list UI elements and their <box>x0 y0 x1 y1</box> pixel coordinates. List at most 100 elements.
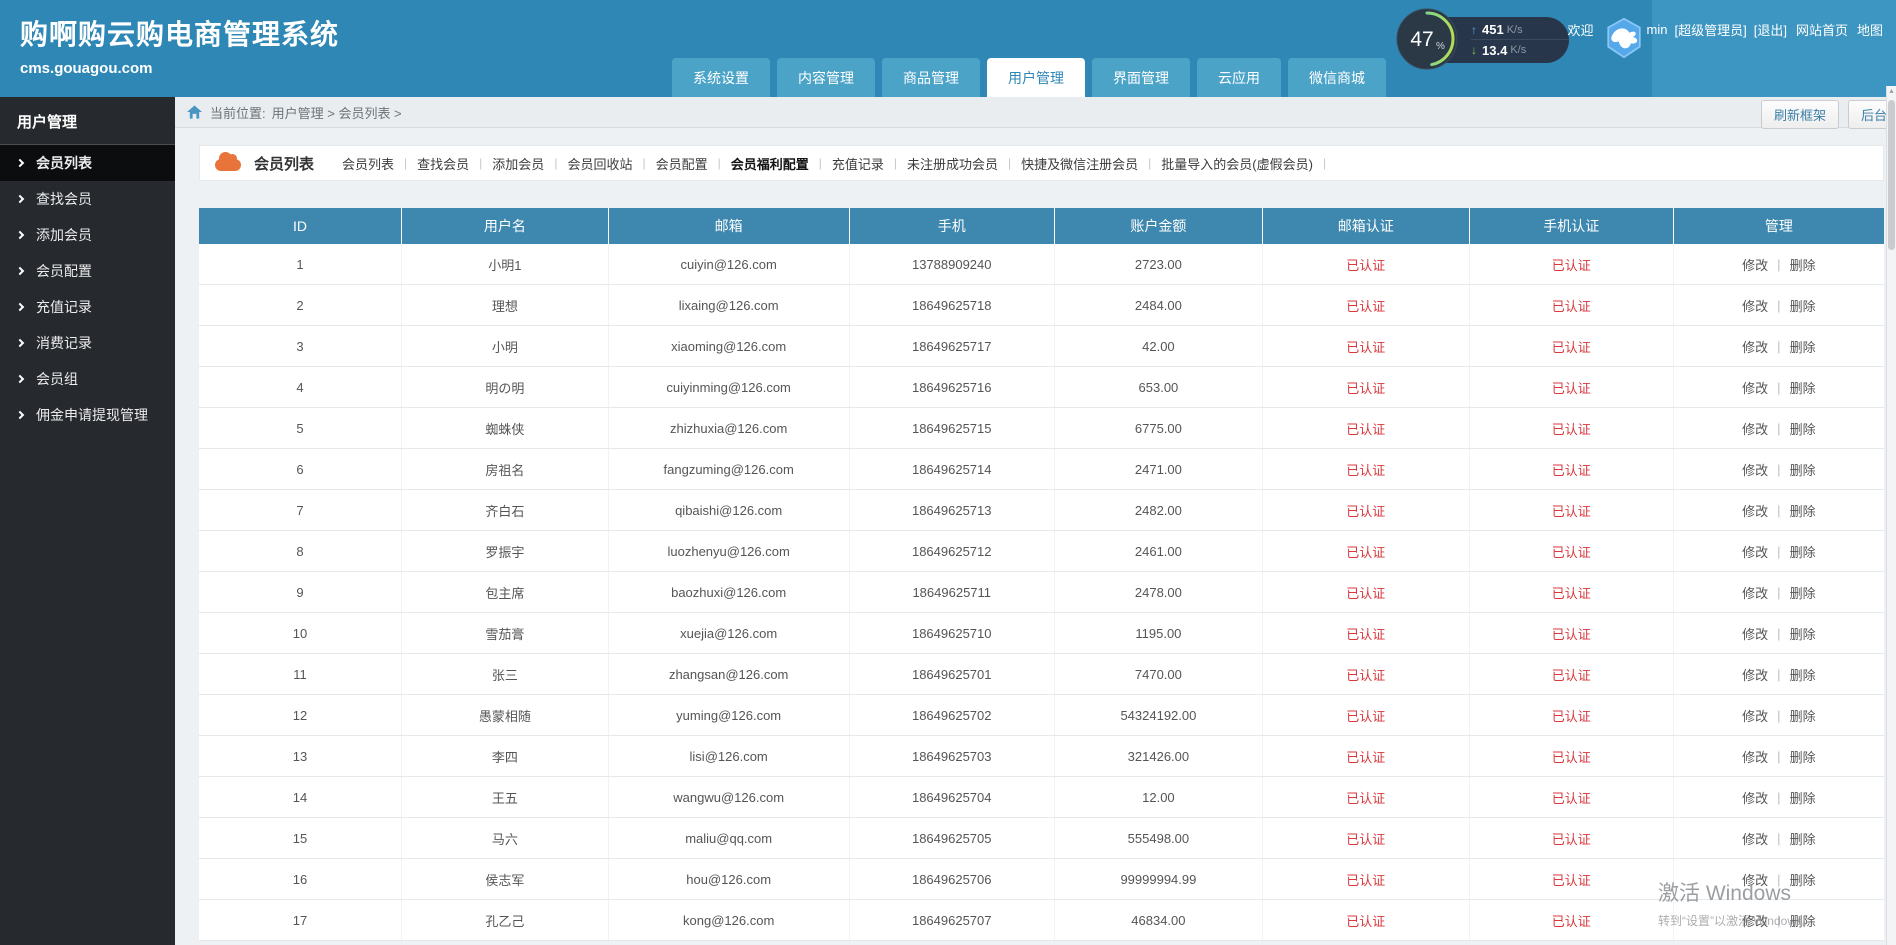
subnav-link[interactable]: 批量导入的会员(虚假会员) <box>1161 154 1313 173</box>
edit-link[interactable]: 修改 <box>1742 665 1768 684</box>
gauge-percent-value: 47 <box>1410 28 1433 51</box>
delete-link[interactable]: 删除 <box>1790 788 1816 807</box>
delete-link[interactable]: 删除 <box>1790 255 1816 274</box>
cell-amount: 2461.00 <box>1055 531 1263 571</box>
cell-phone-verified: 已认证 <box>1470 367 1674 407</box>
delete-link[interactable]: 删除 <box>1790 583 1816 602</box>
subnav-link[interactable]: 未注册成功会员 <box>907 154 998 173</box>
subnav-link[interactable]: 会员列表 <box>342 154 394 173</box>
delete-link[interactable]: 删除 <box>1790 706 1816 725</box>
header: 购啊购云购电商管理系统 cms.gouagou.com 系统设置 内容管理 商品管理… <box>0 0 1896 97</box>
edit-link[interactable]: 修改 <box>1742 829 1768 848</box>
manage-separator: | <box>1777 420 1781 436</box>
cell-amount: 6775.00 <box>1055 408 1263 448</box>
subnav-link[interactable]: 会员配置 <box>656 154 708 173</box>
delete-link[interactable]: 删除 <box>1790 296 1816 315</box>
edit-link[interactable]: 修改 <box>1742 583 1768 602</box>
edit-link[interactable]: 修改 <box>1742 870 1768 889</box>
edit-link[interactable]: 修改 <box>1742 296 1768 315</box>
edit-link[interactable]: 修改 <box>1742 911 1768 930</box>
subnav-link[interactable]: 快捷及微信注册会员 <box>1021 154 1138 173</box>
cell-manage: 修改 | 删除 <box>1674 613 1884 653</box>
cell-id: 17 <box>199 900 403 940</box>
cell-phone: 18649625703 <box>850 736 1055 776</box>
subnav-link[interactable]: 会员回收站 <box>567 154 632 173</box>
sidebar-item[interactable]: 佣金申请提现管理 <box>0 397 175 433</box>
edit-link[interactable]: 修改 <box>1742 542 1768 561</box>
delete-link[interactable]: 删除 <box>1790 542 1816 561</box>
refresh-frame-button[interactable]: 刷新框架 <box>1760 100 1839 129</box>
delete-link[interactable]: 删除 <box>1790 460 1816 479</box>
user-bar: 欢迎 min [超级管理员] [退出] 网站首页 地图 <box>1568 8 1892 59</box>
sidebar-item[interactable]: 会员配置 <box>0 253 175 289</box>
sidebar-item[interactable]: 查找会员 <box>0 181 175 217</box>
link-separator: | <box>1008 156 1012 170</box>
cell-email-verified: 已认证 <box>1263 449 1470 489</box>
delete-link[interactable]: 删除 <box>1790 378 1816 397</box>
edit-link[interactable]: 修改 <box>1742 747 1768 766</box>
edit-link[interactable]: 修改 <box>1742 624 1768 643</box>
edit-link[interactable]: 修改 <box>1742 378 1768 397</box>
site-map-link[interactable]: 地图 <box>1857 20 1883 39</box>
delete-link[interactable]: 删除 <box>1790 337 1816 356</box>
top-tab[interactable]: 界面管理 <box>1092 58 1190 97</box>
subnav-link[interactable]: 添加会员 <box>492 154 544 173</box>
cell-username: 雪茄膏 <box>402 613 609 653</box>
edit-link[interactable]: 修改 <box>1742 337 1768 356</box>
page-title: 会员列表 <box>254 155 315 173</box>
sidebar-item-label: 查找会员 <box>36 191 92 207</box>
subnav-link[interactable]: 查找会员 <box>417 154 469 173</box>
vertical-scrollbar[interactable]: ▲ <box>1886 86 1896 945</box>
table-row: 12 愚蒙相随 yuming@126.com 18649625702 54324192.… <box>199 695 1884 736</box>
scrollbar-thumb[interactable] <box>1888 100 1895 250</box>
subnav-link[interactable]: 会员福利配置 <box>731 154 809 173</box>
delete-link[interactable]: 删除 <box>1790 624 1816 643</box>
edit-link[interactable]: 修改 <box>1742 419 1768 438</box>
network-speed-widget[interactable]: ↑ 451 K/s ↓ 13.4 K/s 47 % <box>1395 7 1571 73</box>
delete-link[interactable]: 删除 <box>1790 829 1816 848</box>
top-tab[interactable]: 系统设置 <box>672 58 770 97</box>
xunlei-overlay-icon[interactable] <box>1602 17 1646 59</box>
sidebar-item[interactable]: 会员列表 <box>0 145 175 181</box>
top-tab[interactable]: 商品管理 <box>882 58 980 97</box>
sidebar-item[interactable]: 消费记录 <box>0 325 175 361</box>
cell-email: wangwu@126.com <box>609 777 850 817</box>
sidebar-item-label: 添加会员 <box>36 227 92 243</box>
top-tab[interactable]: 微信商城 <box>1288 58 1386 97</box>
sidebar-item[interactable]: 充值记录 <box>0 289 175 325</box>
edit-link[interactable]: 修改 <box>1742 255 1768 274</box>
top-tab[interactable]: 云应用 <box>1197 58 1281 97</box>
delete-link[interactable]: 删除 <box>1790 870 1816 889</box>
site-home-link[interactable]: 网站首页 <box>1796 20 1848 39</box>
delete-link[interactable]: 删除 <box>1790 501 1816 520</box>
top-tab[interactable]: 用户管理 <box>987 58 1085 97</box>
delete-link[interactable]: 删除 <box>1790 747 1816 766</box>
delete-link[interactable]: 删除 <box>1790 665 1816 684</box>
sidebar-item[interactable]: 添加会员 <box>0 217 175 253</box>
subnav-link[interactable]: 充值记录 <box>832 154 884 173</box>
table-row: 11 张三 zhangsan@126.com 18649625701 7470.00 已认… <box>199 654 1884 695</box>
edit-link[interactable]: 修改 <box>1742 501 1768 520</box>
manage-separator: | <box>1777 543 1781 559</box>
sidebar-menu: 会员列表查找会员添加会员会员配置 充值记录 消费记录 会员组 佣金申请提现管理 <box>0 145 175 433</box>
brand: 购啊购云购电商管理系统 cms.gouagou.com <box>20 13 339 77</box>
cell-id: 9 <box>199 572 403 612</box>
delete-link[interactable]: 删除 <box>1790 419 1816 438</box>
chevron-right-icon <box>15 158 25 168</box>
cell-phone: 18649625716 <box>850 367 1055 407</box>
column-header: 手机 <box>850 208 1055 244</box>
logout-link[interactable]: [退出] <box>1754 20 1787 39</box>
scroll-up-arrow-icon[interactable]: ▲ <box>1887 88 1896 95</box>
delete-link[interactable]: 删除 <box>1790 911 1816 930</box>
manage-separator: | <box>1777 912 1781 928</box>
edit-link[interactable]: 修改 <box>1742 706 1768 725</box>
edit-link[interactable]: 修改 <box>1742 460 1768 479</box>
sidebar-item[interactable]: 会员组 <box>0 361 175 397</box>
cell-email-verified: 已认证 <box>1263 736 1470 776</box>
home-icon <box>187 105 202 119</box>
cell-manage: 修改 | 删除 <box>1674 777 1884 817</box>
top-tab[interactable]: 内容管理 <box>777 58 875 97</box>
edit-link[interactable]: 修改 <box>1742 788 1768 807</box>
cell-phone: 18649625710 <box>850 613 1055 653</box>
cell-email: zhizhuxia@126.com <box>609 408 850 448</box>
